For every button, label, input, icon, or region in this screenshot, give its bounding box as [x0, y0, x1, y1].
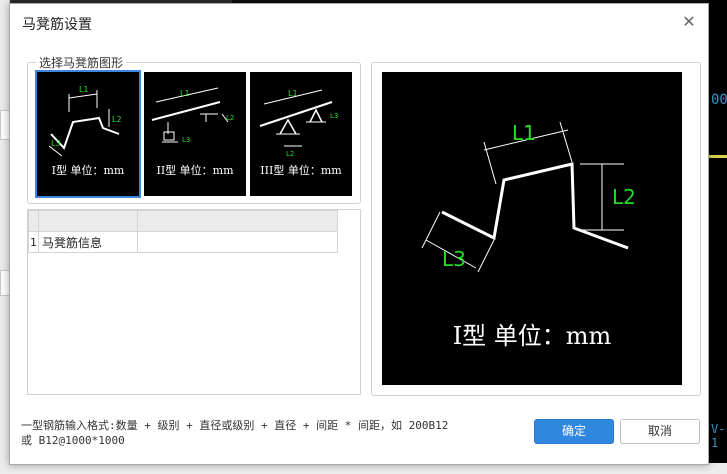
stool-bar-settings-dialog: 马凳筋设置 ✕ 选择马凳筋图形 L1 L2 L3 I型 单位：mm L1 L2 … [9, 3, 709, 465]
shape-label-l3: L3 [182, 136, 190, 144]
shape-label-l2: L2 [112, 115, 122, 124]
input-format-hint: 一型钢筋输入格式:数量 + 级别 + 直径或级别 + 直径 + 间距 * 间距，… [21, 418, 491, 448]
shape-label-l1: L1 [288, 89, 298, 98]
grid-name-cell: 马凳筋信息 [38, 231, 138, 253]
background-app-right: 00 V-1 [708, 0, 727, 474]
shape-type-3-caption: III型 单位：mm [260, 164, 342, 177]
hint-line-1: 一型钢筋输入格式:数量 + 级别 + 直径或级别 + 直径 + 间距 * 间距，… [21, 419, 449, 432]
preview-caption: I型 单位：mm [452, 322, 612, 350]
shape-label-l3: L3 [51, 139, 61, 148]
shape-label-l1: L1 [79, 85, 89, 94]
shape-selection-legend: 选择马凳筋图形 [36, 54, 127, 71]
shape-type-2-option[interactable]: L1 L2 L3 II型 单位：mm [144, 72, 246, 196]
table-row[interactable]: 1 马凳筋信息 [28, 231, 338, 253]
dialog-title: 马凳筋设置 [22, 17, 92, 33]
background-text: V-1 [711, 422, 726, 450]
grid-header-row [28, 210, 338, 232]
shape-label-l2: L2 [226, 114, 234, 122]
shape-type-2-caption: II型 单位：mm [156, 164, 234, 177]
shape-type-1-caption: I型 单位：mm [51, 164, 125, 177]
shape-type-3-option[interactable]: L1 L3 L2 III型 单位：mm [250, 72, 352, 196]
shape-label-l3: L3 [330, 112, 338, 120]
background-marker [708, 155, 727, 158]
background-text: 00 [711, 92, 727, 108]
shape-type-1-option[interactable]: L1 L2 L3 I型 单位：mm [35, 70, 141, 198]
grid-header-cell [137, 210, 338, 232]
grid-corner-cell [28, 210, 39, 232]
grid-value-cell[interactable] [137, 231, 338, 253]
close-icon[interactable]: ✕ [680, 13, 698, 31]
row-number: 1 [28, 231, 39, 253]
grid-header-cell [38, 210, 138, 232]
shape-label-l1: L1 [180, 89, 190, 98]
preview-label-l1: L1 [512, 121, 536, 145]
cancel-button[interactable]: 取消 [620, 419, 700, 444]
hint-line-2: 或 B12@1000*1000 [21, 434, 125, 447]
preview-label-l3: L3 [442, 247, 466, 271]
stool-bar-info-grid: 1 马凳筋信息 [27, 209, 361, 395]
ok-button[interactable]: 确定 [534, 419, 614, 444]
shape-label-l2: L2 [286, 150, 294, 158]
preview-label-l2: L2 [612, 185, 636, 209]
shape-preview: L1 L2 L3 I型 单位：mm [382, 72, 682, 385]
